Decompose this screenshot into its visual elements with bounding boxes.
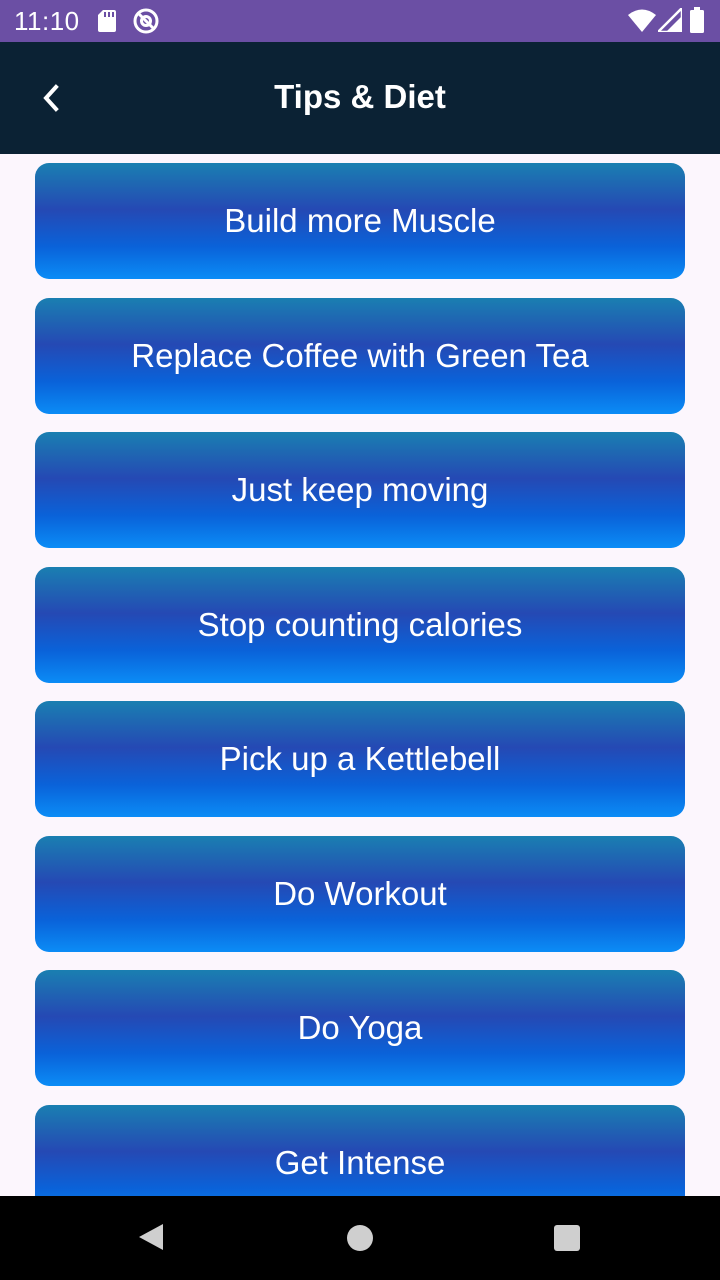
- tip-button-just-keep-moving[interactable]: Just keep moving: [35, 432, 685, 548]
- nav-back-icon[interactable]: [137, 1222, 165, 1252]
- tip-button-replace-coffee[interactable]: Replace Coffee with Green Tea: [35, 298, 685, 414]
- nav-home-icon[interactable]: [347, 1225, 373, 1251]
- app-toolbar: Tips & Diet: [0, 42, 720, 154]
- sd-card-icon: [98, 10, 116, 32]
- nav-recents-icon[interactable]: [554, 1225, 580, 1251]
- status-time: 11:10: [14, 6, 80, 36]
- tip-button-stop-counting-calories[interactable]: Stop counting calories: [35, 567, 685, 683]
- status-bar: 11:10: [0, 0, 720, 42]
- wifi-icon: [628, 9, 656, 32]
- tips-list[interactable]: Build more Muscle Replace Coffee with Gr…: [0, 154, 720, 1196]
- signal-icon: [658, 8, 682, 32]
- tip-button-do-workout[interactable]: Do Workout: [35, 836, 685, 952]
- system-nav-bar: [0, 1196, 720, 1280]
- at-sign-icon: [133, 8, 159, 34]
- tip-button-pick-up-kettlebell[interactable]: Pick up a Kettlebell: [35, 701, 685, 817]
- page-title: Tips & Diet: [274, 78, 446, 115]
- tip-button-get-intense[interactable]: Get Intense: [35, 1105, 685, 1196]
- tip-button-build-more-muscle[interactable]: Build more Muscle: [35, 163, 685, 279]
- tip-button-do-yoga[interactable]: Do Yoga: [35, 970, 685, 1086]
- battery-icon: [690, 7, 704, 33]
